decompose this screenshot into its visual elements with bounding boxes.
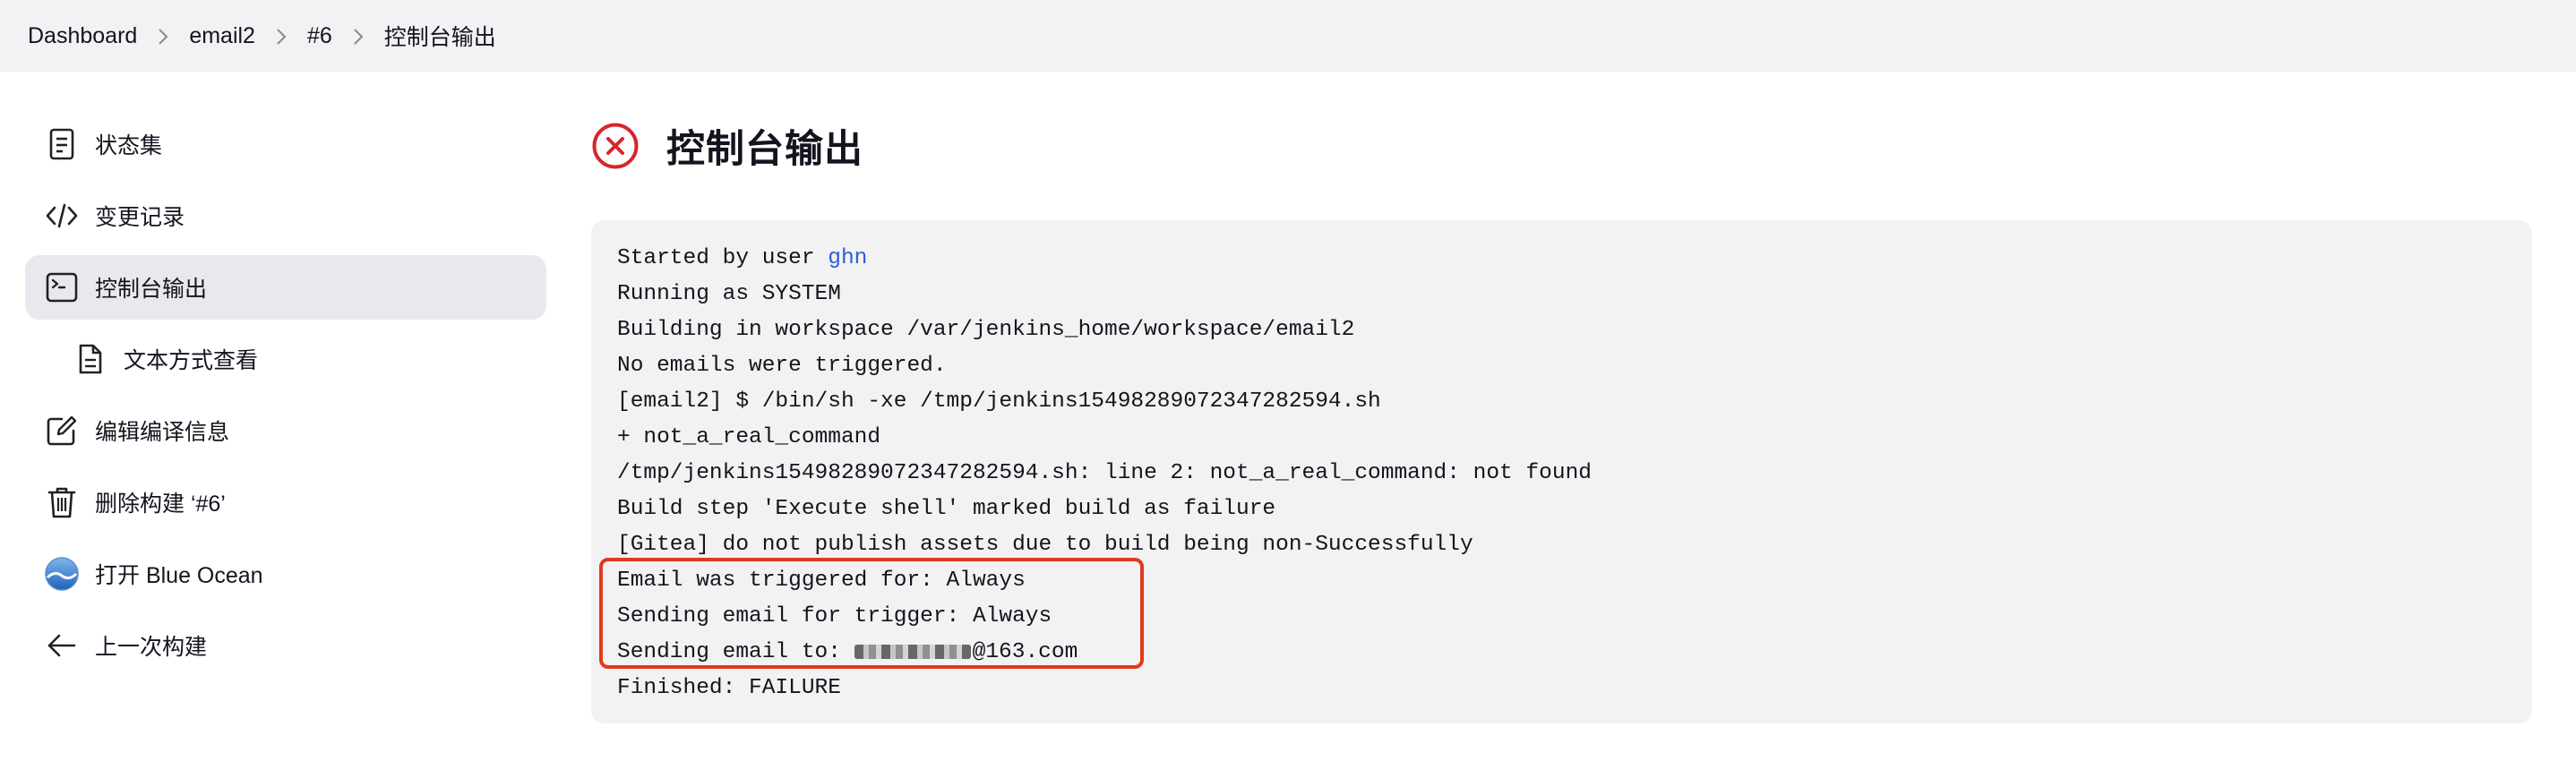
arrow-left-icon [43, 627, 81, 664]
console-output: Started by user ghn Running as SYSTEM Bu… [591, 220, 2532, 723]
breadcrumb-dashboard[interactable]: Dashboard [28, 23, 137, 49]
console-line: Sending email for trigger: Always [617, 604, 1052, 628]
breadcrumb-job[interactable]: email2 [189, 23, 255, 49]
console-line-sending-to: Sending email to: @163.com [617, 640, 1078, 664]
sidebar-item-blue-ocean[interactable]: 打开 Blue Ocean [25, 542, 546, 606]
console-line-started: Started by user ghn [617, 246, 868, 270]
edit-icon [43, 412, 81, 449]
sidebar-item-label: 上一次构建 [95, 635, 208, 660]
document-icon [43, 125, 81, 163]
sidebar-item-label: 变更记录 [95, 205, 185, 230]
console-line: Running as SYSTEM [617, 282, 841, 306]
sidebar-item-label: 打开 Blue Ocean [95, 563, 263, 588]
trash-icon [43, 483, 81, 521]
sidebar-item-changes[interactable]: 变更记录 [25, 184, 546, 248]
blue-ocean-icon [43, 555, 81, 593]
sidebar-item-label: 编辑编译信息 [95, 420, 230, 445]
console-line: Build step 'Execute shell' marked build … [617, 497, 1276, 521]
chevron-right-icon [137, 23, 189, 48]
console-line-finished: Finished: FAILURE [617, 676, 841, 700]
sidebar-item-console-output[interactable]: 控制台输出 [25, 255, 546, 320]
sidebar-item-edit-info[interactable]: 编辑编译信息 [25, 398, 546, 463]
chevron-right-icon [332, 23, 384, 48]
chevron-right-icon [255, 23, 307, 48]
console-line: [Gitea] do not publish assets due to bui… [617, 533, 1473, 557]
sidebar-item-previous-build[interactable]: 上一次构建 [25, 613, 546, 678]
console-line: /tmp/jenkins15498289072347282594.sh: lin… [617, 461, 1592, 485]
redacted-email [854, 644, 971, 659]
code-icon [43, 197, 81, 235]
page-header: 控制台输出 [591, 119, 863, 173]
console-line: Email was triggered for: Always [617, 569, 1026, 593]
sidebar-item-status[interactable]: 状态集 [25, 112, 546, 176]
sidebar-item-label: 状态集 [95, 133, 163, 158]
breadcrumb: Dashboard email2 #6 控制台输出 [0, 0, 2576, 72]
console-line: + not_a_real_command [617, 425, 881, 449]
console-line: Building in workspace /var/jenkins_home/… [617, 318, 1355, 342]
console-line: [email2] $ /bin/sh -xe /tmp/jenkins15498… [617, 389, 1381, 414]
failure-status-icon [592, 123, 639, 169]
terminal-icon [43, 269, 81, 306]
user-link[interactable]: ghn [828, 246, 867, 270]
file-icon [72, 340, 109, 378]
sidebar-item-plain-text[interactable]: 文本方式查看 [25, 327, 546, 391]
sidebar-item-label: 控制台输出 [95, 277, 208, 302]
page-title: 控制台输出 [666, 128, 863, 171]
breadcrumb-console[interactable]: 控制台输出 [384, 20, 496, 52]
sidebar-item-label: 删除构建 ‘#6’ [95, 492, 226, 517]
sidebar-item-delete-build[interactable]: 删除构建 ‘#6’ [25, 470, 546, 534]
console-line: No emails were triggered. [617, 354, 947, 378]
sidebar-item-label: 文本方式查看 [124, 348, 259, 373]
breadcrumb-build[interactable]: #6 [307, 23, 332, 49]
sidebar: 状态集 变更记录 控制台输出 文本方式查看 编辑编译信息 删除构建 ‘#6’ 打… [25, 112, 546, 685]
